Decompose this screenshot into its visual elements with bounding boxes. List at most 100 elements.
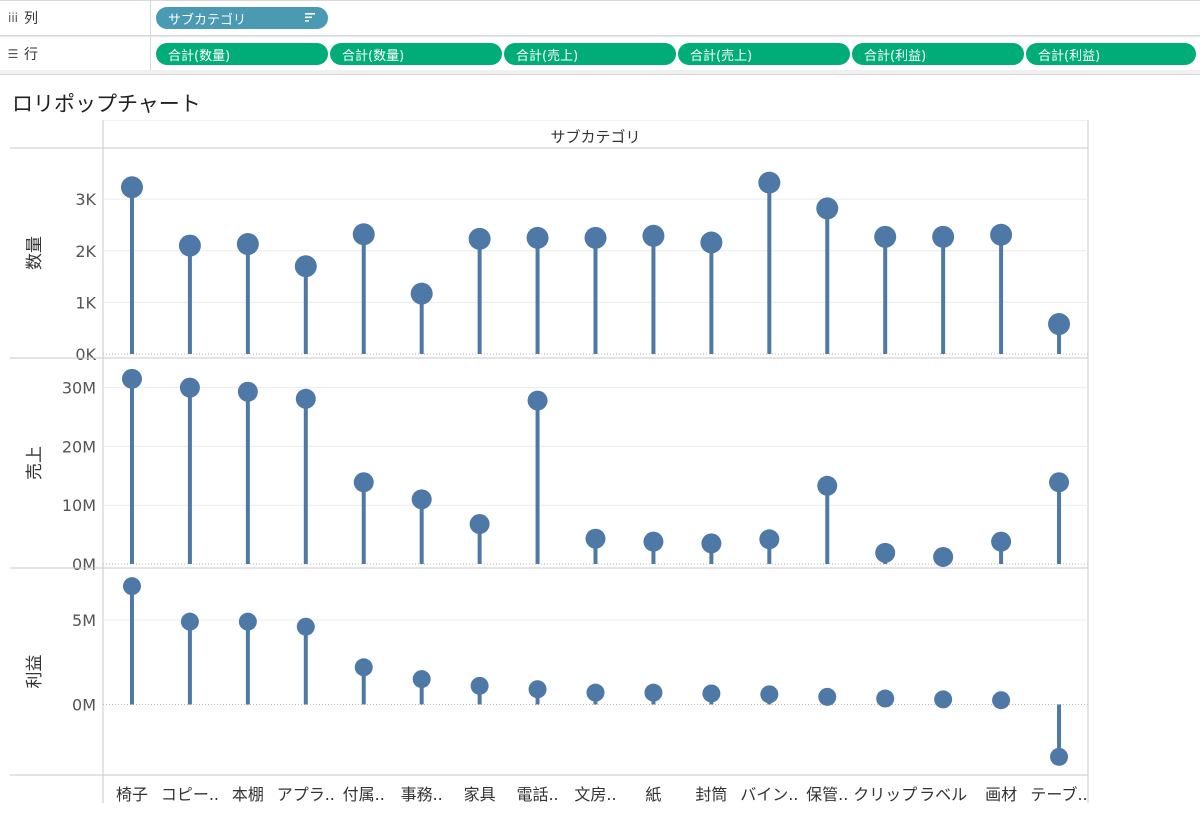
rows-icon: ☰ (7, 47, 19, 61)
category-label: 画材 (985, 785, 1017, 804)
lollipop-point (876, 689, 895, 708)
rows-shelf: ☰ 行 合計(数量) 合計(数量) 合計(売上) 合計(売上) 合計(利益) 合… (0, 36, 1200, 72)
lollipop-point (120, 176, 143, 199)
lollipop-point (758, 171, 781, 194)
row-pill-sales[interactable]: 合計(売上) (504, 43, 676, 65)
subcategory-pill-label: サブカテゴリ (168, 12, 247, 28)
lollipop-point (354, 658, 373, 677)
category-label: ラベル (919, 785, 967, 804)
columns-shelf: iii 列 サブカテゴリ (0, 0, 1200, 36)
lollipop-point (932, 225, 955, 248)
category-label: 紙 (645, 785, 661, 804)
category-label: アプラ.. (277, 785, 335, 804)
lollipop-point (179, 377, 200, 398)
category-label: テーブ.. (1030, 785, 1087, 804)
columns-shelf-label: iii 列 (0, 1, 151, 35)
rows-label: 行 (24, 47, 38, 63)
tick-label: 0K (75, 345, 96, 364)
tick-label: 10M (62, 496, 96, 515)
lollipop-point (874, 225, 897, 248)
lollipop-point (759, 529, 780, 550)
lollipop-point (586, 683, 605, 702)
subcategory-column-pill[interactable]: サブカテゴリ (156, 7, 328, 29)
shelf-divider (0, 70, 1200, 75)
rows-shelf-label: ☰ 行 (0, 37, 151, 71)
lollipop-point (470, 676, 489, 695)
row-pill-quantity-dual[interactable]: 合計(数量) (330, 43, 502, 65)
column-header: サブカテゴリ (550, 128, 640, 146)
lollipop-point (180, 612, 199, 631)
lollipop-point (818, 687, 837, 706)
pane-title: 売上 (25, 446, 45, 480)
category-label: コピー.. (161, 785, 219, 804)
tick-label: 3K (75, 190, 96, 209)
lollipop-point (528, 680, 547, 699)
sort-icon[interactable] (304, 12, 316, 24)
category-label: 文房.. (574, 785, 616, 804)
lollipop-point (526, 226, 549, 249)
category-label: クリップ (853, 785, 917, 804)
lollipop-point (296, 617, 315, 636)
lollipop-point (412, 670, 431, 689)
lollipop-point (992, 691, 1011, 710)
lollipop-point (701, 533, 722, 554)
category-label: 本棚 (232, 785, 264, 804)
lollipop-point (643, 531, 664, 552)
tick-label: 0M (72, 695, 96, 714)
columns-label: 列 (24, 11, 38, 27)
tick-label: 2K (75, 242, 96, 261)
category-label: 事務.. (401, 785, 443, 804)
lollipop-point (527, 390, 548, 411)
category-label: 電話.. (516, 785, 558, 804)
category-label: 付属.. (343, 785, 385, 804)
tick-label: 30M (62, 379, 96, 398)
lollipop-point (642, 224, 665, 247)
tick-label: 1K (75, 293, 96, 312)
category-label: 椅子 (116, 785, 148, 804)
lollipop-point (121, 368, 142, 389)
lollipop-point (934, 690, 953, 709)
lollipop-chart: サブカテゴリ 0K 1K 2K 3K 数量 0M 10M 20M 30M 売上 0M 5M 利益椅子 コピー… (10, 120, 1089, 804)
category-label: 家具 (464, 785, 496, 804)
lollipop-point (411, 489, 432, 510)
pane-title: 利益 (25, 655, 45, 689)
lollipop-point (178, 234, 201, 257)
category-label: 封筒 (695, 785, 727, 804)
lollipop-point (760, 685, 779, 704)
lollipop-point (584, 226, 607, 249)
lollipop-point (294, 255, 317, 278)
row-pill-sales-dual[interactable]: 合計(売上) (678, 43, 850, 65)
tick-label: 0M (72, 555, 96, 574)
category-label: バイン.. (740, 785, 798, 804)
lollipop-point (295, 388, 316, 409)
sheet-title: ロリポップチャート (12, 92, 201, 116)
pane-title: 数量 (25, 236, 45, 270)
lollipop-point (585, 528, 606, 549)
lollipop-point (468, 227, 491, 250)
lollipop-point (237, 381, 258, 402)
row-pill-profit-dual[interactable]: 合計(利益) (1026, 43, 1196, 65)
lollipop-point (1049, 472, 1070, 493)
lollipop-point (816, 197, 839, 220)
lollipop-point (352, 223, 375, 246)
lollipop-point (238, 612, 257, 631)
row-pill-quantity[interactable]: 合計(数量) (156, 43, 328, 65)
lollipop-point (353, 472, 374, 493)
lollipop-point (1048, 313, 1071, 336)
lollipop-point (991, 531, 1012, 552)
lollipop-point (122, 577, 141, 596)
lollipop-point (990, 223, 1013, 246)
row-pill-profit[interactable]: 合計(利益) (852, 43, 1024, 65)
lollipop-point (410, 282, 433, 305)
lollipop-point (700, 231, 723, 254)
tick-label: 20M (62, 437, 96, 456)
lollipop-point (236, 233, 259, 256)
lollipop-point (469, 514, 490, 535)
lollipop-point (933, 546, 954, 567)
lollipop-point (644, 683, 663, 702)
lollipop-point (817, 475, 838, 496)
lollipop-point (702, 684, 721, 703)
columns-icon: iii (7, 11, 18, 25)
category-label: 保管.. (806, 785, 848, 804)
lollipop-point (875, 542, 896, 563)
